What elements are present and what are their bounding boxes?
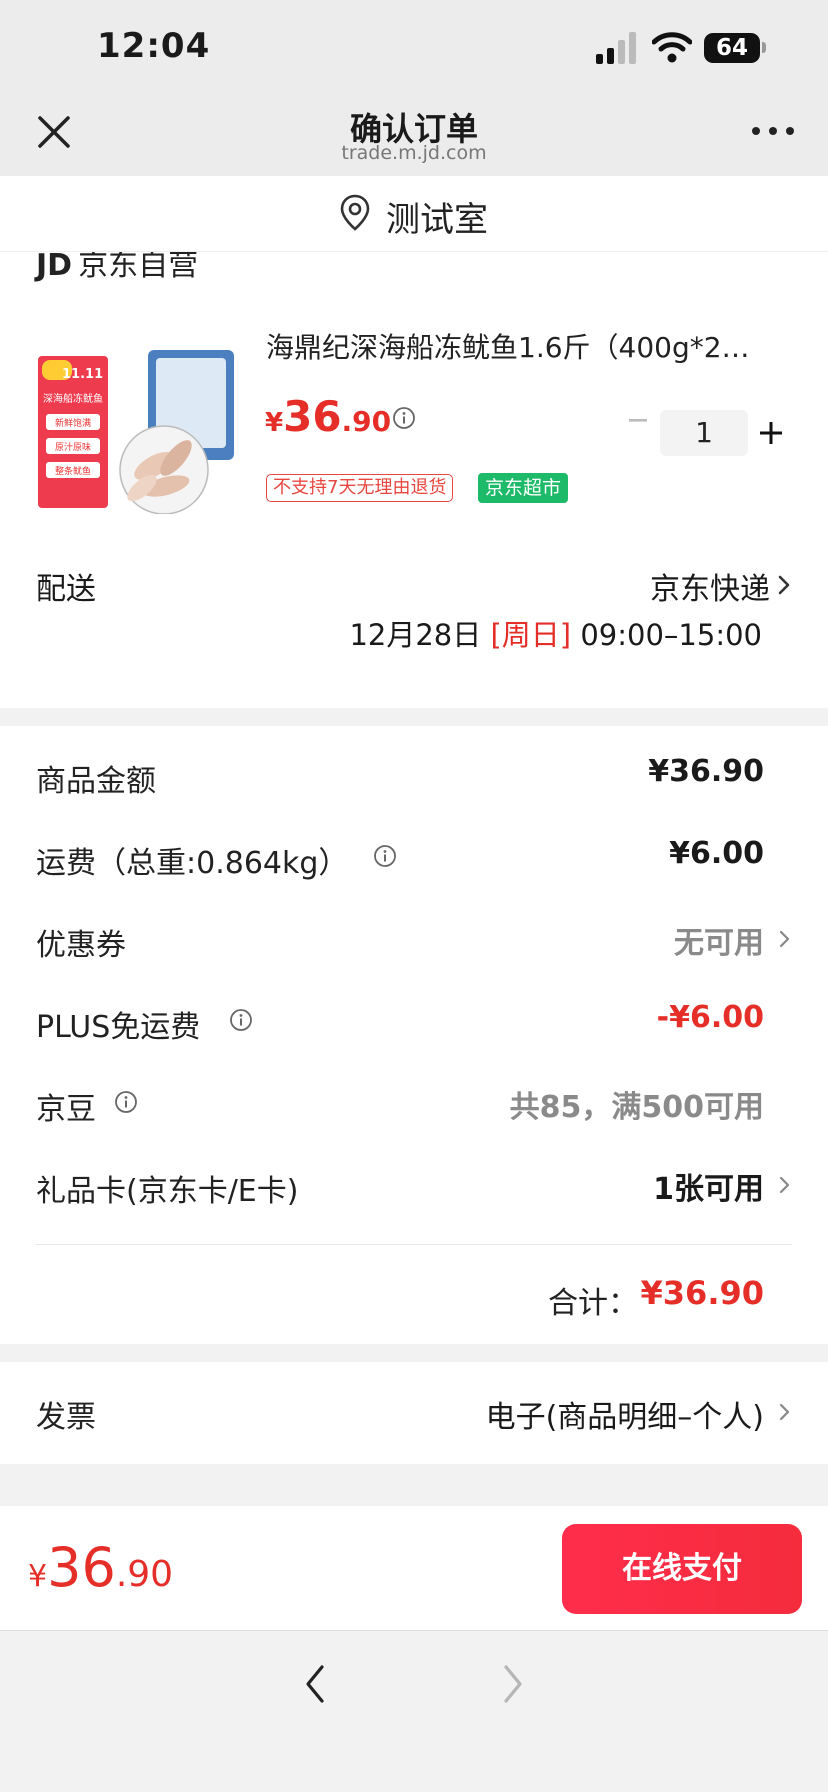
pay-price-integer: 36 (47, 1536, 116, 1599)
chevron-right-icon[interactable] (778, 929, 792, 949)
delivery-date-prefix: 12月28日 (349, 618, 491, 652)
goods-amount-label: 商品金额 (36, 764, 156, 799)
image-caption-3: 原汁原味 (55, 441, 91, 453)
plus-free-shipping-label: PLUS免运费 (36, 1010, 201, 1045)
invoice-value[interactable]: 电子(商品明细–个人) (486, 1392, 764, 1436)
price-decimal: .90 (341, 405, 392, 438)
shop-name[interactable]: JD 京东自营 (36, 252, 198, 284)
status-bar: 12:04 64 (0, 0, 828, 96)
product-price: ¥36.90 (265, 392, 391, 441)
info-icon[interactable] (392, 406, 416, 430)
pay-online-button[interactable]: 在线支付 (562, 1524, 802, 1614)
pay-total-price: ¥36.90 (28, 1536, 173, 1599)
forward-arrow-icon[interactable] (498, 1661, 528, 1707)
freight-label: 运费（总重:0.864kg） (36, 846, 349, 881)
chevron-right-icon[interactable] (776, 574, 792, 596)
info-icon[interactable] (229, 1008, 253, 1032)
gift-card-label: 礼品卡(京东卡/E卡) (36, 1174, 299, 1209)
wifi-icon (652, 32, 692, 63)
pay-price-symbol: ¥ (28, 1559, 48, 1594)
chevron-right-icon[interactable] (778, 1402, 792, 1422)
divider (36, 1244, 792, 1245)
shipping-method[interactable]: 京东快递 (650, 564, 770, 608)
no-return-tag: 不支持7天无理由退货 (266, 474, 454, 502)
quantity-plus-button[interactable] (758, 420, 784, 446)
image-caption-2: 新鲜饱满 (55, 417, 91, 429)
battery-icon: 64 (704, 33, 760, 63)
product-image[interactable]: 11.11 深海船冻鱿鱼 新鲜饱满 原汁原味 整条鱿鱼 (36, 350, 236, 514)
coupon-label: 优惠券 (36, 928, 126, 963)
image-badge-1111: 11.11 (62, 367, 103, 382)
delivery-time: 09:00–15:00 (571, 618, 762, 652)
cellular-signal-icon (596, 32, 636, 64)
address-text: 测试室 (386, 200, 488, 240)
info-icon[interactable] (114, 1090, 138, 1114)
location-pin-icon (340, 194, 370, 231)
image-caption-4: 整条鱿鱼 (55, 465, 91, 477)
price-integer: 36 (283, 392, 342, 441)
jd-beans-label: 京豆 (36, 1092, 96, 1127)
gift-card-value[interactable]: 1张可用 (653, 1164, 764, 1208)
nav-bar: 确认订单 trade.m.jd.com (0, 96, 828, 176)
coupon-value[interactable]: 无可用 (674, 918, 764, 962)
chevron-right-icon[interactable] (778, 1175, 792, 1195)
back-arrow-icon[interactable] (300, 1661, 330, 1707)
more-icon[interactable] (748, 116, 798, 146)
pay-bar: ¥36.90 在线支付 (0, 1506, 828, 1630)
jd-logo: JD (36, 252, 73, 283)
quantity-minus-button[interactable] (626, 408, 650, 432)
goods-amount-value: ¥36.90 (648, 754, 764, 789)
delivery-date[interactable]: 12月28日 [周日] 09:00–15:00 (349, 612, 762, 654)
invoice-label: 发票 (36, 1400, 96, 1435)
jd-beans-value: 共85，满500可用 (509, 1090, 764, 1125)
freight-value: ¥6.00 (669, 836, 764, 871)
total-label: 合计： (548, 1286, 638, 1321)
shop-name-label: 京东自营 (78, 252, 199, 283)
battery-cap (762, 42, 766, 53)
pay-price-decimal: .90 (115, 1554, 174, 1595)
address-bar[interactable]: 测试室 (0, 176, 828, 252)
page-url: trade.m.jd.com (341, 142, 487, 164)
status-time: 12:04 (97, 26, 211, 66)
price-symbol: ¥ (265, 408, 284, 438)
quantity-input[interactable]: 1 (660, 410, 748, 456)
amounts-card: 商品金额 ¥36.90 运费（总重:0.864kg） ¥6.00 优惠券 无可用… (0, 726, 828, 1344)
delivery-day: [周日] (490, 618, 572, 652)
image-caption-1: 深海船冻鱿鱼 (43, 392, 103, 405)
browser-toolbar (0, 1630, 828, 1792)
product-card: JD 京东自营 11.11 深海船冻鱿鱼 新鲜饱满 原汁原味 整条鱿鱼 海鼎纪深海… (0, 252, 828, 708)
shipping-label: 配送 (36, 572, 96, 607)
invoice-card[interactable]: 发票 电子(商品明细–个人) (0, 1362, 828, 1464)
total-value: ¥36.90 (640, 1274, 764, 1312)
info-icon[interactable] (373, 844, 397, 868)
product-title[interactable]: 海鼎纪深海船冻鱿鱼1.6斤（400g*2… (266, 326, 786, 366)
jd-supermarket-tag: 京东超市 (478, 473, 569, 503)
plus-free-shipping-value: -¥6.00 (656, 1000, 764, 1035)
